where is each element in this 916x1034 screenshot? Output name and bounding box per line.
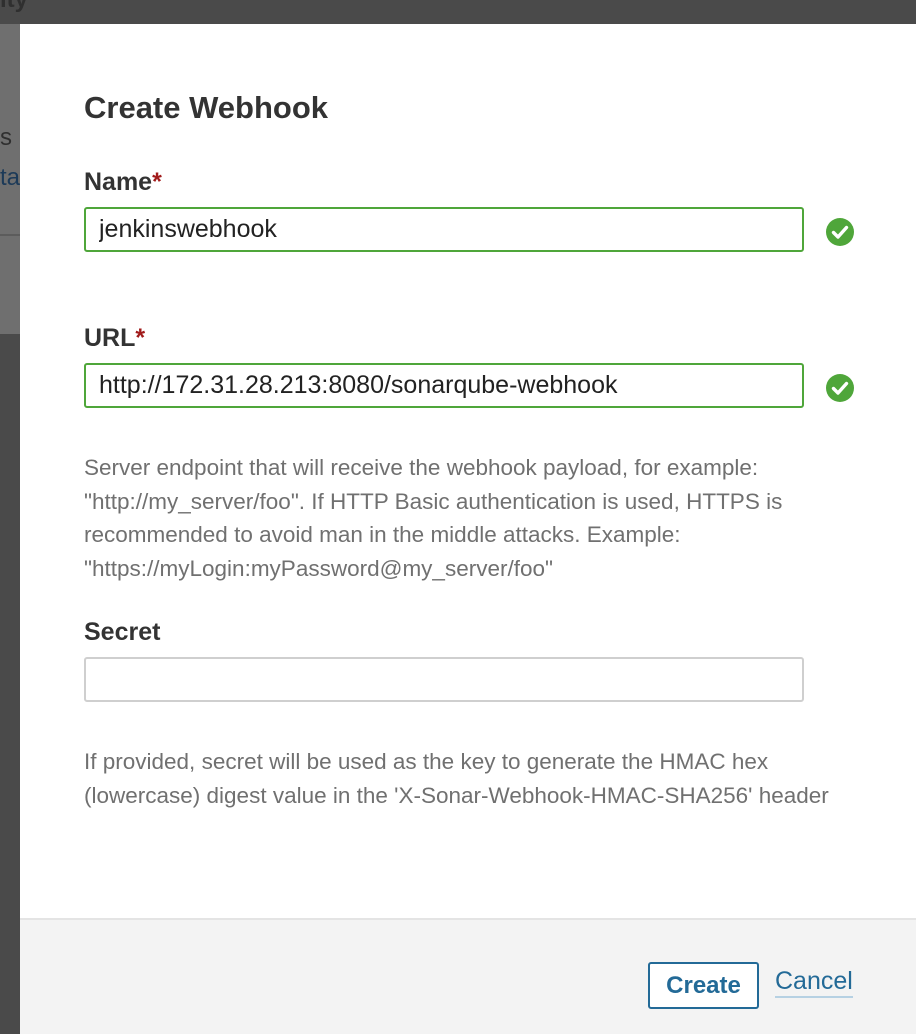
name-label-text: Name — [84, 168, 153, 196]
required-mark: * — [152, 168, 162, 196]
name-label: Name* — [84, 168, 162, 197]
background-text-fragment: ity — [0, 0, 28, 14]
url-input[interactable] — [84, 363, 804, 408]
secret-label-text: Secret — [84, 618, 161, 646]
modal-body: Create Webhook Name* URL* Server endpoin… — [20, 24, 916, 918]
check-circle-icon — [826, 374, 854, 402]
name-input[interactable] — [84, 207, 804, 252]
check-circle-icon — [826, 218, 854, 246]
cancel-link[interactable]: Cancel — [775, 966, 853, 998]
secret-input[interactable] — [84, 657, 804, 702]
modal-footer: Create Cancel — [20, 918, 916, 1034]
url-help-text: Server endpoint that will receive the we… — [84, 455, 783, 581]
required-mark: * — [135, 324, 146, 352]
create-webhook-modal: Create Webhook Name* URL* Server endpoin… — [20, 24, 916, 1034]
url-label: URL* — [84, 324, 145, 353]
secret-label: Secret — [84, 618, 160, 647]
background-divider — [0, 234, 20, 236]
url-label-text: URL — [84, 324, 136, 352]
modal-title: Create Webhook — [84, 90, 329, 125]
create-button[interactable]: Create — [648, 962, 759, 1009]
secret-help-text: If provided, secret will be used as the … — [84, 749, 829, 808]
